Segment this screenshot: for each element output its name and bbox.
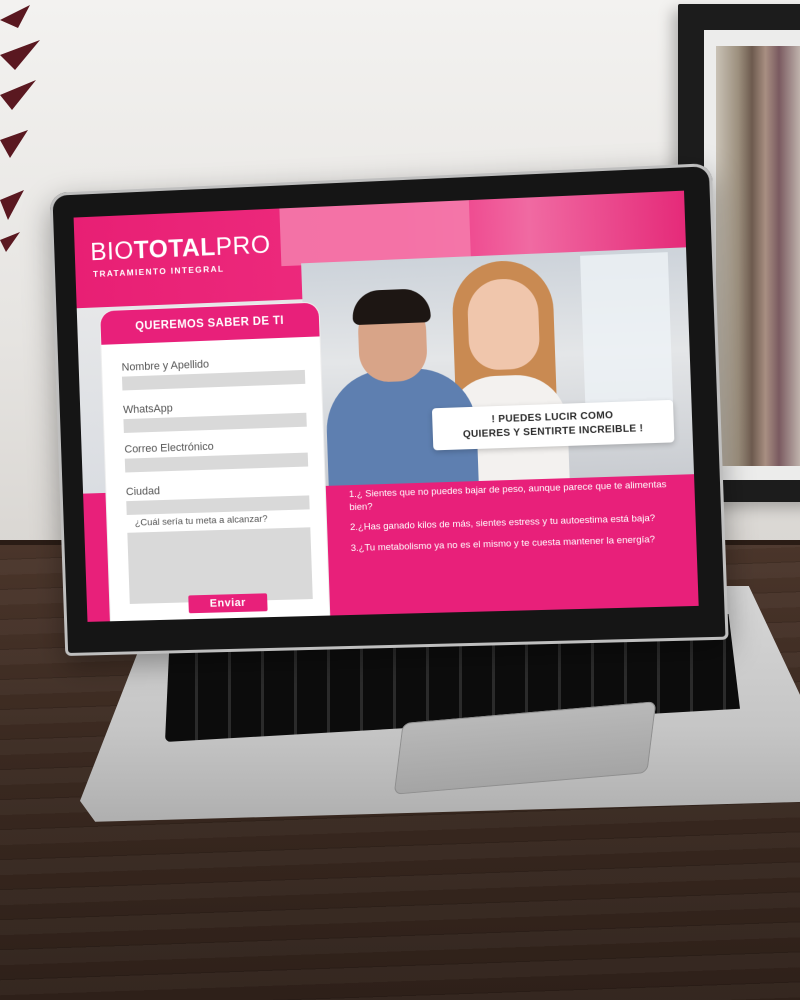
brand-pro: PRO xyxy=(215,230,272,261)
woman-face xyxy=(466,277,541,371)
brand-total: TOTAL xyxy=(133,233,217,265)
brand-logo[interactable]: BIOTOTALPRO xyxy=(90,231,271,267)
question-item: 2.¿Has ganado kilos de más, sientes estr… xyxy=(349,512,656,534)
whatsapp-input[interactable] xyxy=(123,412,307,433)
header-accent xyxy=(279,200,471,267)
contact-form: QUEREMOS SABER DE TI Nombre y Apellido W… xyxy=(100,302,330,622)
hero-callout: ! PUEDES LUCIR COMO QUIERES Y SENTIRTE I… xyxy=(431,399,675,451)
laptop-screen: BIOTOTALPRO TRATAMIENTO INTEGRAL ! PUEDE… xyxy=(73,190,699,622)
city-input[interactable] xyxy=(126,495,310,515)
photo-window xyxy=(580,252,674,407)
name-input[interactable] xyxy=(121,369,306,391)
laptop-lid: BIOTOTALPRO TRATAMIENTO INTEGRAL ! PUEDE… xyxy=(49,163,729,657)
goal-field-group: ¿Cuál sería tu meta a alcanzar? xyxy=(127,512,313,604)
email-input[interactable] xyxy=(124,452,309,473)
whatsapp-field-group: WhatsApp xyxy=(123,398,307,433)
name-field-group: Nombre y Apellido xyxy=(121,355,306,391)
submit-button[interactable]: Enviar xyxy=(188,593,268,614)
man-hair xyxy=(351,288,431,326)
city-field-group: Ciudad xyxy=(126,480,310,515)
brand-bio: BIO xyxy=(89,236,135,267)
question-item: 3.¿Tu metabolismo ya no es el mismo y te… xyxy=(350,533,656,554)
hero-photo xyxy=(301,247,695,492)
landing-page: BIOTOTALPRO TRATAMIENTO INTEGRAL ! PUEDE… xyxy=(73,190,699,622)
goal-label: ¿Cuál sería tu meta a alcanzar? xyxy=(134,513,268,529)
questions-list: 1.¿ Sientes que no puedes bajar de peso,… xyxy=(349,479,685,563)
goal-textarea[interactable] xyxy=(127,527,313,604)
abstract-artwork xyxy=(716,46,800,466)
email-field-group: Correo Electrónico xyxy=(124,438,309,473)
